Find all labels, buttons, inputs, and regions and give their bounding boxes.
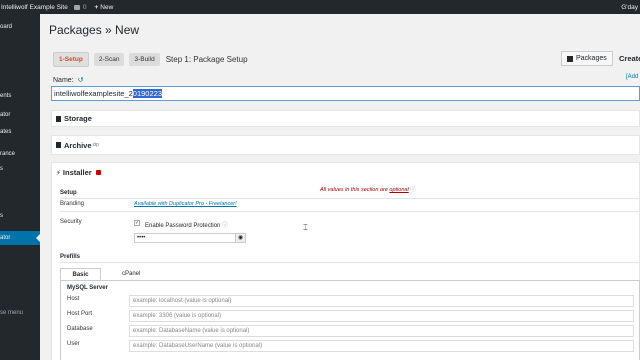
tab-cpanel[interactable]: cPanel bbox=[116, 268, 146, 280]
comments-count: 0 bbox=[82, 3, 87, 11]
step-setup: 1-Setup bbox=[53, 52, 89, 67]
help-icon[interactable]: ⓘ bbox=[410, 187, 416, 193]
branding-pro-link[interactable]: Available with Duplicator Pro - Freelanc… bbox=[134, 201, 237, 207]
step-title: Step 1: Package Setup bbox=[165, 55, 248, 64]
password-input[interactable]: •••• bbox=[134, 233, 236, 243]
host-label: Host bbox=[67, 296, 80, 302]
setup-heading: Setup bbox=[60, 190, 77, 196]
account-greeting[interactable]: G'day bbox=[621, 0, 640, 14]
name-label-text: Name: bbox=[53, 77, 74, 84]
prefills-heading: Prefills bbox=[60, 254, 81, 260]
admin-sidebar: oard ents ator ates rance s s ator se me… bbox=[0, 14, 40, 360]
database-label: Database bbox=[67, 326, 93, 332]
sidebar-item-appearance[interactable]: rance bbox=[0, 151, 40, 157]
add-notes-link[interactable]: [Add bbox=[626, 74, 638, 80]
package-name-prefix: intelliwolfexamplesite_2 bbox=[54, 89, 133, 98]
name-label: Name: ↺ bbox=[53, 76, 83, 84]
tab-basic[interactable]: Basic bbox=[60, 268, 101, 280]
step-scan: 2-Scan bbox=[93, 53, 125, 66]
mouse-cursor-icon: ⌶ bbox=[303, 223, 308, 232]
optional-notice: All values in this section are optional … bbox=[320, 185, 416, 193]
archive-file-icon bbox=[56, 142, 61, 148]
database-icon bbox=[56, 115, 61, 122]
user-input[interactable]: example: DatabaseUserName (value is opti… bbox=[129, 340, 634, 352]
help-icon[interactable]: ⓘ bbox=[222, 223, 228, 229]
sidebar-item-plugins[interactable]: s bbox=[0, 166, 40, 172]
host-port-label: Host Port bbox=[67, 311, 93, 317]
divider bbox=[60, 198, 640, 199]
create-new-button[interactable]: Create N bbox=[615, 51, 640, 66]
lock-icon bbox=[95, 170, 101, 175]
sidebar-collapse-menu[interactable]: se menu bbox=[0, 310, 40, 316]
optional-notice-text: All values in this section are bbox=[320, 187, 390, 193]
database-input[interactable]: example: DatabaseName (value is optional… bbox=[129, 325, 634, 337]
password-protection-text: Enable Password Protection bbox=[145, 223, 221, 229]
sidebar-item-dashboard[interactable]: oard bbox=[0, 24, 40, 30]
show-password-icon[interactable]: ◉ bbox=[235, 233, 246, 243]
plus-icon: + bbox=[94, 3, 99, 11]
admin-bar: Intelliwolf Example Site 0 + New G'day bbox=[0, 0, 640, 14]
storage-title: Storage bbox=[64, 114, 92, 123]
host-input[interactable]: example: localhost (value is optional) bbox=[129, 295, 634, 307]
security-label: Security bbox=[60, 219, 82, 225]
storage-panel-header[interactable]: Storage bbox=[52, 111, 639, 126]
mysql-server-heading: MySQL Server bbox=[67, 285, 108, 291]
sidebar-item-editor[interactable]: ator bbox=[0, 112, 40, 118]
sidebar-item-templates[interactable]: ates bbox=[0, 129, 40, 135]
package-name-input[interactable]: intelliwolfexamplesite_20190223 bbox=[51, 86, 640, 101]
archive-title: Archive bbox=[64, 140, 92, 150]
archive-format: zip bbox=[92, 142, 99, 148]
page-title: Packages » New bbox=[49, 23, 140, 37]
step-build: 3-Build bbox=[129, 53, 160, 66]
installer-panel-header[interactable]: ⚡ Installer bbox=[52, 164, 639, 181]
new-content-link[interactable]: + New bbox=[94, 4, 113, 11]
packages-button[interactable]: Packages bbox=[561, 51, 613, 66]
sidebar-item-comments[interactable]: ents bbox=[0, 93, 40, 99]
storage-panel[interactable]: Storage bbox=[51, 110, 640, 127]
sidebar-item-settings[interactable]: s bbox=[0, 213, 40, 219]
comments-link[interactable]: 0 bbox=[73, 3, 89, 11]
main-content: Packages » New 1-Setup 2-Scan 3-Build St… bbox=[40, 14, 640, 360]
divider bbox=[60, 211, 640, 212]
comment-icon bbox=[73, 4, 80, 10]
password-protection-label: Enable Password Protection ⓘ bbox=[145, 220, 228, 229]
archive-panel[interactable]: Archive zip bbox=[51, 135, 640, 155]
bolt-icon: ⚡ bbox=[56, 169, 61, 177]
installer-title: Installer bbox=[62, 168, 92, 177]
optional-link[interactable]: optional bbox=[389, 187, 408, 193]
user-label: User bbox=[67, 341, 80, 347]
password-protection-checkbox[interactable]: ✓ bbox=[134, 220, 140, 226]
divider bbox=[60, 262, 640, 263]
host-port-input[interactable]: example: 3306 (value is optional) bbox=[129, 310, 634, 322]
packages-button-label: Packages bbox=[576, 55, 607, 62]
package-name-selected: 0190223 bbox=[132, 89, 162, 98]
new-label: New bbox=[100, 3, 114, 11]
basic-tab-panel: MySQL Server Host example: localhost (va… bbox=[60, 280, 640, 360]
installer-body: All values in this section are optional … bbox=[51, 187, 640, 360]
site-name-link[interactable]: Intelliwolf Example Site bbox=[0, 4, 68, 11]
packages-icon bbox=[567, 55, 573, 62]
archive-panel-header[interactable]: Archive zip bbox=[52, 136, 639, 154]
branding-label: Branding bbox=[60, 201, 85, 207]
refresh-icon[interactable]: ↺ bbox=[78, 77, 84, 84]
wizard-steps: 1-Setup 2-Scan 3-Build Step 1: Package S… bbox=[53, 52, 248, 67]
sidebar-item-duplicator[interactable]: ator bbox=[0, 231, 40, 245]
